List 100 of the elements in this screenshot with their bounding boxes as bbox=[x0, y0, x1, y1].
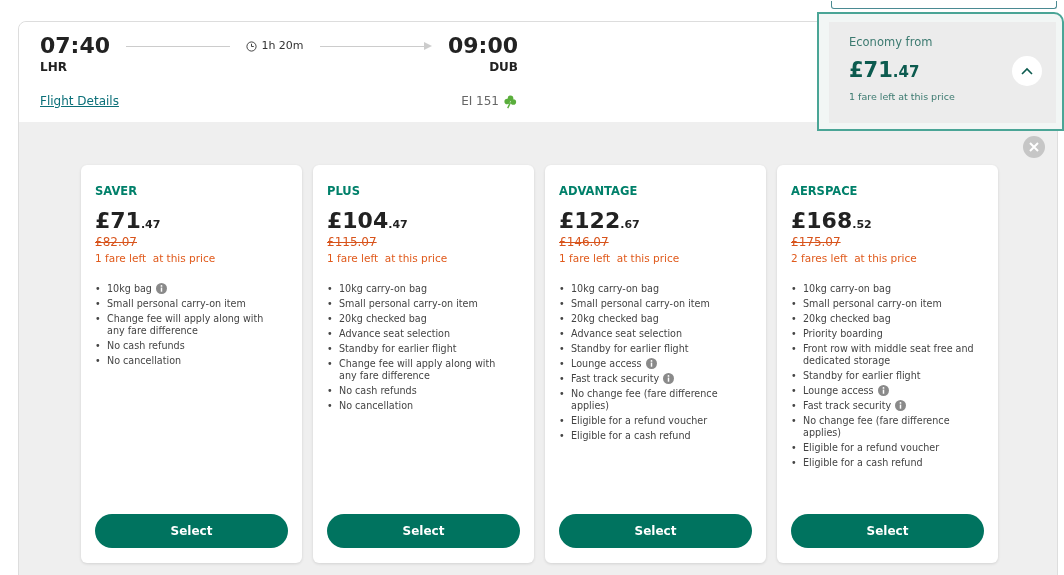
select-button[interactable]: Select bbox=[327, 514, 520, 548]
feature-text: Lounge access bbox=[803, 385, 874, 398]
fare-price: £104.47 bbox=[327, 209, 409, 234]
old-price: £175.07 bbox=[791, 234, 842, 252]
bullet-text: • bbox=[95, 283, 102, 296]
bullet-text: • bbox=[327, 283, 334, 296]
feature-text: Small personal carry-on item bbox=[571, 298, 710, 311]
fare-name: AERSPACE bbox=[791, 183, 859, 200]
feature-text: Eligible for a refund voucher bbox=[571, 415, 708, 428]
flight-number: EI 151 bbox=[461, 93, 499, 111]
feature-text: No cancellation bbox=[107, 355, 182, 368]
duration-text: 1h 20m bbox=[261, 37, 304, 54]
feature-text: 20kg checked bag bbox=[803, 313, 891, 326]
feature-text: Standby for earlier flight bbox=[339, 343, 457, 356]
bullet-text: • bbox=[559, 343, 566, 356]
feature-text: Fast track security bbox=[803, 400, 892, 413]
feature-text: No cash refunds bbox=[339, 385, 417, 398]
bullet-text: • bbox=[559, 358, 566, 371]
bullet-text: • bbox=[791, 313, 798, 326]
bullet-text: • bbox=[559, 283, 566, 296]
bullet-text: • bbox=[95, 340, 102, 353]
feature-text: Priority boarding bbox=[803, 328, 883, 341]
feature-text: 10kg carry-on bag bbox=[803, 283, 891, 296]
feature-text: Advance seat selection bbox=[339, 328, 451, 341]
bullet-text: • bbox=[95, 298, 102, 311]
bullet-text: • bbox=[95, 313, 102, 327]
close-icon bbox=[1028, 141, 1040, 153]
availability-text: 2 fares left at this price bbox=[791, 251, 918, 267]
availability-text: 1 fare left at this price bbox=[559, 251, 681, 267]
feature-text: No change fee (fare difference applies) bbox=[571, 388, 719, 413]
info-icon[interactable] bbox=[645, 358, 657, 370]
info-icon[interactable] bbox=[895, 400, 907, 412]
select-button[interactable]: Select bbox=[791, 514, 984, 548]
clock-icon bbox=[246, 40, 258, 52]
bullet-text: • bbox=[327, 385, 334, 398]
feature-text: 10kg bag bbox=[107, 283, 152, 296]
old-price: £82.07 bbox=[95, 234, 138, 252]
expand-toggle-button[interactable] bbox=[1012, 56, 1042, 86]
feature-text: Eligible for a cash refund bbox=[803, 457, 923, 469]
bullet-text: • bbox=[95, 355, 102, 368]
availability-text: 1 fare left at this price bbox=[327, 251, 449, 267]
info-icon[interactable] bbox=[663, 373, 675, 385]
bullet-text: • bbox=[791, 400, 798, 413]
bullet-text: • bbox=[559, 430, 566, 442]
arrival-airport: DUB bbox=[489, 59, 518, 77]
feature-text: 10kg carry-on bag bbox=[571, 283, 659, 296]
bullet-text: • bbox=[791, 343, 798, 357]
info-icon[interactable] bbox=[877, 385, 889, 397]
fare-name: SAVER bbox=[95, 183, 138, 200]
bullet-text: • bbox=[791, 328, 798, 341]
economy-price: £71.47 bbox=[849, 57, 920, 85]
feature-text: Change fee will apply along with any fare difference bbox=[339, 358, 497, 383]
fare-price: £71.47 bbox=[95, 209, 162, 234]
bullet-text: • bbox=[559, 313, 566, 326]
feature-text: Small personal carry-on item bbox=[107, 298, 246, 311]
feature-text: Small personal carry-on item bbox=[803, 298, 942, 311]
bullet-text: • bbox=[327, 343, 334, 356]
fare-price: £122.67 bbox=[559, 209, 641, 234]
bullet-text: • bbox=[327, 400, 334, 413]
flight-details-link[interactable]: Flight Details bbox=[40, 92, 119, 111]
feature-text: Lounge access bbox=[571, 358, 642, 371]
feature-text: Eligible for a refund voucher bbox=[803, 442, 940, 454]
bullet-text: • bbox=[791, 442, 798, 454]
bullet-text: • bbox=[559, 328, 566, 341]
feature-text: 20kg checked bag bbox=[339, 313, 427, 326]
feature-text: Standby for earlier flight bbox=[571, 343, 689, 356]
bullet-text: • bbox=[791, 415, 798, 429]
feature-text: No change fee (fare difference applies) bbox=[803, 415, 951, 439]
shamrock-icon bbox=[503, 93, 518, 109]
economy-label: Economy from bbox=[849, 34, 934, 51]
feature-text: No cancellation bbox=[339, 400, 414, 413]
bullet-text: • bbox=[559, 415, 566, 428]
bullet-text: • bbox=[791, 385, 798, 398]
bullet-text: • bbox=[791, 370, 798, 383]
bullet-text: • bbox=[791, 298, 798, 311]
bullet-text: • bbox=[559, 373, 566, 386]
old-price: £115.07 bbox=[327, 234, 378, 252]
feature-text: 10kg carry-on bag bbox=[339, 283, 427, 296]
feature-text: Fast track security bbox=[571, 373, 660, 386]
fare-name: PLUS bbox=[327, 183, 361, 200]
feature-text: 20kg checked bag bbox=[571, 313, 659, 326]
select-button[interactable]: Select bbox=[95, 514, 288, 548]
chevron-up-icon bbox=[1021, 67, 1033, 75]
bullet-text: • bbox=[327, 358, 334, 372]
old-price: £146.07 bbox=[559, 234, 610, 252]
select-button[interactable]: Select bbox=[559, 514, 752, 548]
economy-summary-panel[interactable]: Economy from £71.47 1 fare left at this price bbox=[817, 12, 1064, 131]
bullet-text: • bbox=[559, 388, 566, 402]
info-icon[interactable] bbox=[155, 283, 167, 295]
feature-text: Front row with middle seat free and dedicated storage bbox=[803, 343, 974, 368]
feature-text: No cash refunds bbox=[107, 340, 185, 353]
bullet-text: • bbox=[327, 313, 334, 326]
feature-text: Standby for earlier flight bbox=[803, 370, 921, 383]
arrival-time: 09:00 bbox=[447, 34, 518, 59]
availability-text: 1 fare left at this price bbox=[849, 89, 956, 104]
departure-airport: LHR bbox=[40, 59, 67, 77]
departure-time: 07:40 bbox=[40, 34, 111, 59]
bullet-text: • bbox=[559, 298, 566, 311]
feature-text: Small personal carry-on item bbox=[339, 298, 478, 311]
feature-text: Change fee will apply along with any fare difference bbox=[107, 313, 265, 338]
